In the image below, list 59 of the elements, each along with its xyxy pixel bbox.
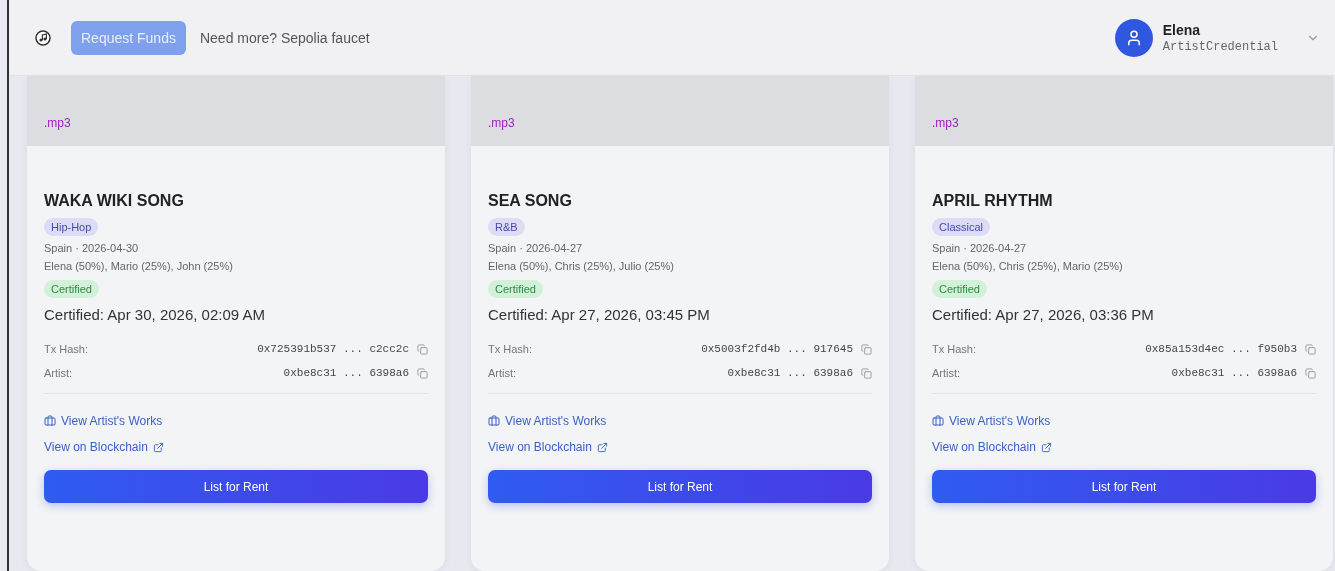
field-value: 0x725391b537 ... c2cc2c: [257, 343, 409, 355]
work-title: APRIL RHYTHM: [932, 192, 1053, 210]
list-for-rent-button[interactable]: List for Rent: [932, 470, 1316, 503]
user-role: ArtistCredential: [1162, 39, 1278, 54]
faucet-link[interactable]: Need more? Sepolia faucet: [199, 29, 370, 46]
certified-date: Certified: Apr 27, 2026, 03:45 PM: [488, 306, 710, 323]
artist-works-link[interactable]: View Artist's Works: [44, 414, 163, 428]
status-tag: Certified: [44, 280, 99, 298]
file-format: .mp3: [488, 116, 515, 130]
copy-icon[interactable]: [1305, 343, 1316, 355]
royalty-splits: Elena (50%), Mario (25%), John (25%): [44, 260, 233, 272]
field-value: 0xbe8c31 ... 6398a6: [727, 367, 853, 379]
status-tag: Certified: [932, 280, 987, 298]
certified-date: Certified: Apr 27, 2026, 03:36 PM: [932, 306, 1154, 323]
user-avatar[interactable]: [1114, 18, 1153, 57]
artist-works-link[interactable]: View Artist's Works: [932, 414, 1051, 428]
field-value: 0x85a153d4ec ... f950b3: [1145, 343, 1297, 355]
royalty-splits: Elena (50%), Chris (25%), Mario (25%): [932, 260, 1123, 272]
field-value: 0xbe8c31 ... 6398a6: [1171, 367, 1297, 379]
briefcase-icon: [44, 415, 56, 427]
briefcase-icon: [932, 415, 944, 427]
copy-icon[interactable]: [417, 367, 428, 379]
field-label: Artist:: [488, 367, 518, 379]
genre-tag: Hip-Hop: [44, 218, 99, 236]
genre-tag: R&B: [488, 218, 525, 236]
certified-date: Certified: Apr 30, 2026, 02:09 AM: [44, 306, 265, 323]
file-format: .mp3: [932, 116, 959, 130]
field-value: 0x5003f2fd4b ... 917645: [701, 343, 853, 355]
copy-icon[interactable]: [1305, 367, 1316, 379]
work-title: SEA SONG: [488, 192, 572, 210]
genre-tag: Classical: [932, 218, 990, 236]
field-label: Artist:: [932, 367, 962, 379]
list-for-rent-button[interactable]: List for Rent: [44, 470, 428, 503]
file-format: .mp3: [44, 116, 71, 130]
copy-icon[interactable]: [417, 343, 428, 355]
royalty-splits: Elena (50%), Chris (25%), Julio (25%): [488, 260, 674, 272]
field-label: Tx Hash:: [44, 343, 89, 355]
field-value: 0xbe8c31 ... 6398a6: [283, 367, 409, 379]
field-label: Tx Hash:: [932, 343, 977, 355]
field-label: Artist:: [44, 367, 74, 379]
music-disc-icon: [35, 29, 51, 46]
blockchain-link[interactable]: View on Blockchain: [488, 440, 608, 454]
copy-icon[interactable]: [861, 343, 872, 355]
external-link-icon: [596, 441, 608, 453]
work-meta: Spain · 2026-04-27: [932, 242, 1027, 254]
work-meta: Spain · 2026-04-27: [488, 242, 583, 254]
field-label: Tx Hash:: [488, 343, 533, 355]
artist-works-link[interactable]: View Artist's Works: [488, 414, 607, 428]
blockchain-link[interactable]: View on Blockchain: [44, 440, 164, 454]
external-link-icon: [1040, 441, 1052, 453]
external-link-icon: [152, 441, 164, 453]
list-for-rent-button[interactable]: List for Rent: [488, 470, 872, 503]
work-meta: Spain · 2026-04-30: [44, 242, 139, 254]
work-title: WAKA WIKI SONG: [44, 192, 184, 210]
user-name: Elena: [1162, 21, 1202, 38]
copy-icon[interactable]: [861, 367, 872, 379]
briefcase-icon: [488, 415, 500, 427]
status-tag: Certified: [488, 280, 543, 298]
blockchain-link[interactable]: View on Blockchain: [932, 440, 1052, 454]
